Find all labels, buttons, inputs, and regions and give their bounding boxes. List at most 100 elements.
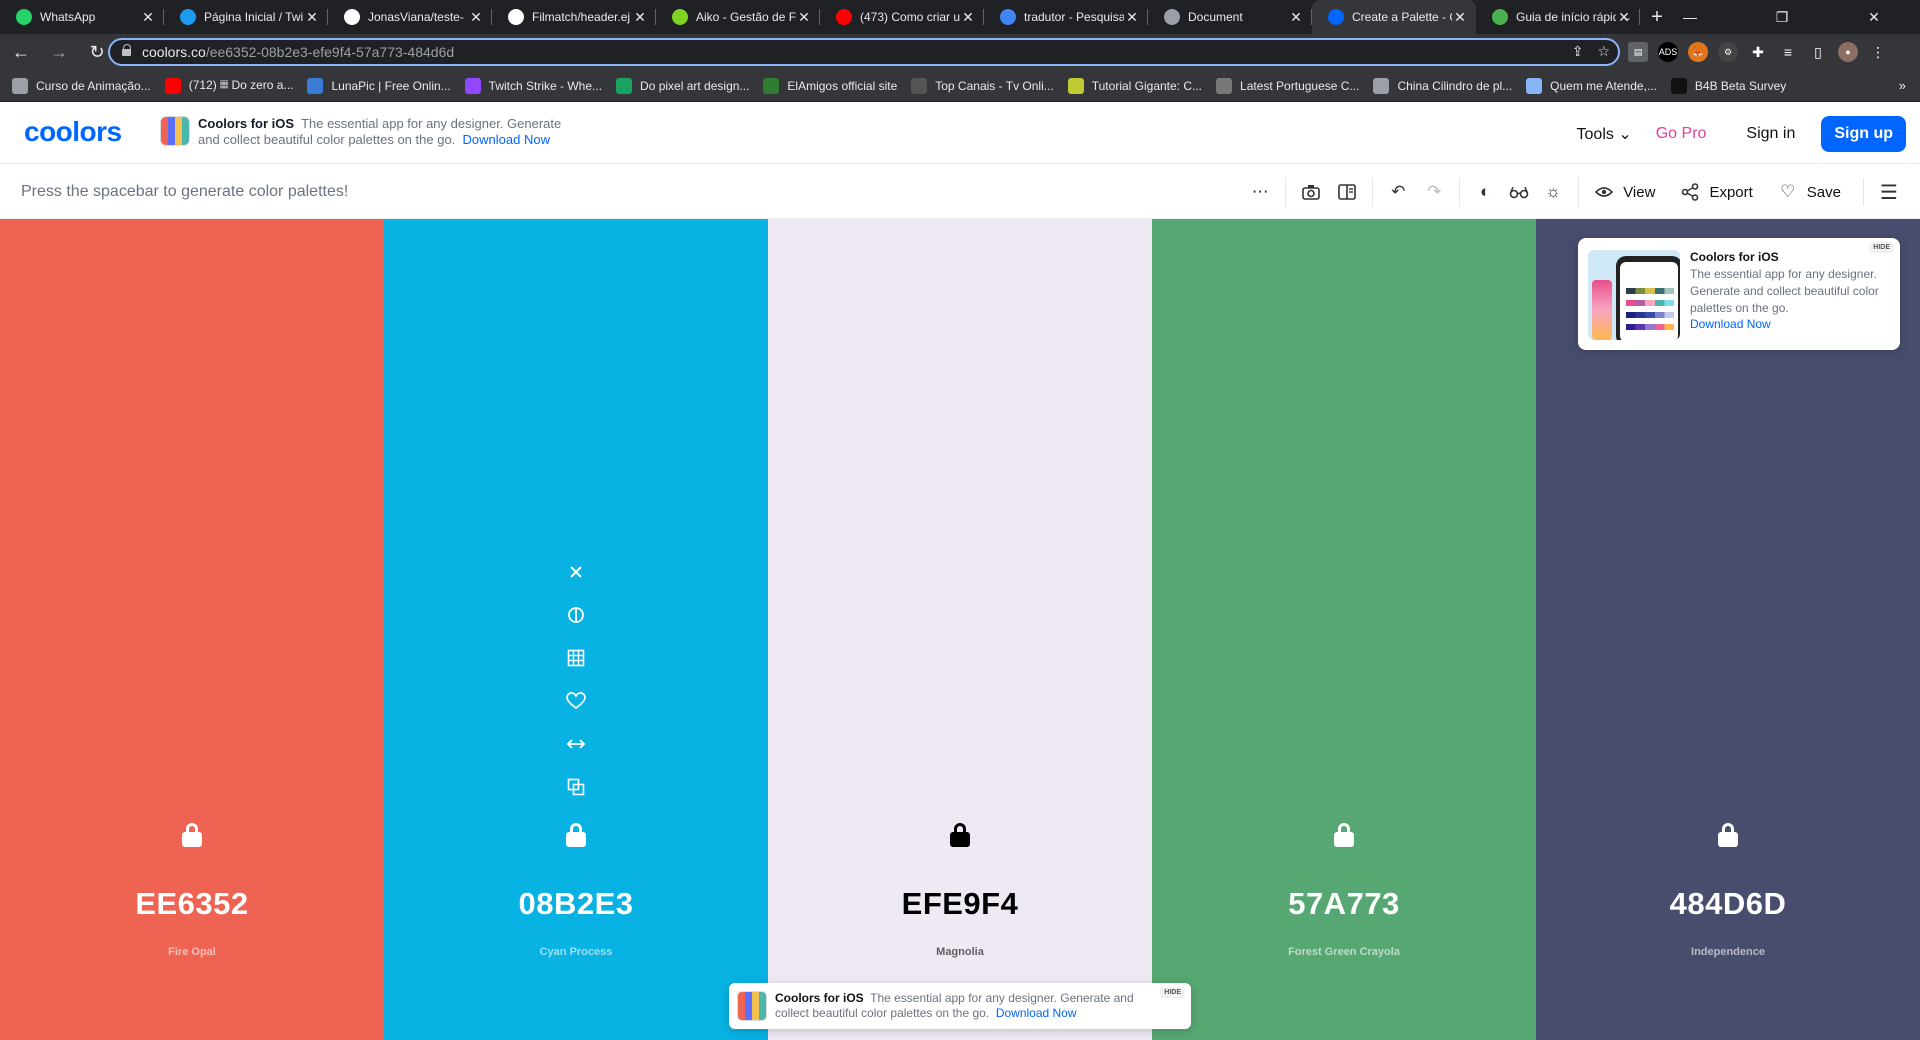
wallet-extension-icon[interactable]: ▤ <box>1628 42 1648 62</box>
hamburger-menu-icon[interactable]: ☰ <box>1878 181 1900 204</box>
address-bar[interactable]: coolors.co/ee6352-08b2e3-efe9f4-57a773-4… <box>108 38 1620 66</box>
tab-close-icon[interactable]: ✕ <box>796 9 812 26</box>
side-panel-icon[interactable]: ▯ <box>1808 42 1828 62</box>
lock-icon[interactable] <box>122 44 132 57</box>
color-column[interactable]: 57A773 Forest Green Crayola <box>1152 219 1536 1040</box>
minimize-icon[interactable]: — <box>1644 0 1736 34</box>
color-hex-code[interactable]: 08B2E3 <box>384 886 768 922</box>
glasses-icon[interactable] <box>1508 181 1530 203</box>
bookmark-item[interactable]: Curso de Animação... <box>12 77 151 94</box>
ios-download-link[interactable]: Download Now <box>463 132 550 147</box>
bookmark-star-icon[interactable]: ☆ <box>1597 43 1610 60</box>
view-button[interactable]: View <box>1593 181 1655 203</box>
promo-card-hide-button[interactable]: HIDE <box>1869 242 1894 253</box>
more-bookmarks-icon[interactable]: » <box>1899 78 1906 93</box>
tab-close-icon[interactable]: ✕ <box>140 9 156 26</box>
tab-close-icon[interactable]: ✕ <box>1452 9 1468 26</box>
bookmark-item[interactable]: Top Canais - Tv Onli... <box>911 77 1054 94</box>
color-column[interactable]: 08B2E3 Cyan Process <box>384 219 768 1040</box>
forward-icon[interactable]: → <box>42 35 76 69</box>
contrast-check-icon[interactable] <box>563 602 589 628</box>
camera-icon[interactable] <box>1300 181 1322 203</box>
lock-color-icon[interactable] <box>181 823 203 847</box>
lock-color-icon[interactable] <box>1333 823 1355 847</box>
shades-grid-icon[interactable] <box>563 645 589 671</box>
save-label: Save <box>1806 183 1841 201</box>
bookmark-item[interactable]: B4B Beta Survey <box>1670 77 1787 94</box>
tab-title: Guia de início rápid <box>1516 10 1616 24</box>
close-window-icon[interactable]: ✕ <box>1828 0 1920 34</box>
drag-arrows-icon[interactable] <box>563 731 589 757</box>
eye-icon <box>1593 181 1615 203</box>
lock-color-icon[interactable] <box>1717 823 1739 847</box>
go-pro-link[interactable]: Go Pro <box>1656 125 1707 143</box>
browser-tab[interactable]: Create a Palette - C ✕ <box>1312 0 1476 34</box>
favorite-heart-icon[interactable] <box>563 688 589 714</box>
divider <box>1459 178 1461 206</box>
tab-search-icon[interactable]: ⌄ <box>1610 0 1644 34</box>
tab-close-icon[interactable]: ✕ <box>632 9 648 26</box>
reading-list-icon[interactable]: ≡ <box>1778 42 1798 62</box>
browser-tab[interactable]: tradutor - Pesquisa ✕ <box>984 0 1148 34</box>
sign-up-button[interactable]: Sign up <box>1821 116 1906 152</box>
browser-tab[interactable]: JonasViana/teste- ✕ <box>328 0 492 34</box>
browser-tab[interactable]: (473) Como criar u ✕ <box>820 0 984 34</box>
profile-avatar-icon[interactable]: ● <box>1838 42 1858 62</box>
bookmark-label: B4B Beta Survey <box>1694 78 1787 93</box>
extension-icon[interactable]: ⚙ <box>1718 42 1738 62</box>
color-hex-code[interactable]: EE6352 <box>0 886 384 922</box>
bookmark-item[interactable]: ElAmigos official site <box>763 77 897 94</box>
promo-card-download-link[interactable]: Download Now <box>1690 317 1771 331</box>
lock-color-icon[interactable] <box>949 823 971 847</box>
menu-kebab-icon[interactable]: ⋮ <box>1868 42 1888 62</box>
contrast-icon[interactable]: ◐ <box>1474 181 1496 203</box>
bottom-promo-hide-button[interactable]: HIDE <box>1160 987 1185 998</box>
color-hex-code[interactable]: EFE9F4 <box>768 886 1152 922</box>
tab-close-icon[interactable]: ✕ <box>468 9 484 26</box>
bookmark-item[interactable]: Do pixel art design... <box>616 77 749 94</box>
bottom-promo-download-link[interactable]: Download Now <box>996 1006 1077 1020</box>
undo-icon[interactable]: ↶ <box>1387 181 1409 203</box>
browser-tab[interactable]: Página Inicial / Twi ✕ <box>164 0 328 34</box>
bookmark-item[interactable]: Tutorial Gigante: C... <box>1067 77 1202 94</box>
sun-icon[interactable]: ☼ <box>1542 181 1564 203</box>
chevron-down-icon: ⌄ <box>1618 126 1632 143</box>
bookmark-item[interactable]: (712) 𝄜 Do zero a... <box>164 77 293 94</box>
restore-icon[interactable]: ❐ <box>1736 0 1828 34</box>
browser-tab[interactable]: Aiko - Gestão de F ✕ <box>656 0 820 34</box>
tab-title: Aiko - Gestão de F <box>696 10 796 24</box>
bookmark-item[interactable]: Quem me Atende,... <box>1526 77 1657 94</box>
color-hex-code[interactable]: 57A773 <box>1152 886 1536 922</box>
copy-hex-icon[interactable] <box>563 774 589 800</box>
redo-icon[interactable]: ↷ <box>1423 181 1445 203</box>
tab-close-icon[interactable]: ✕ <box>304 9 320 26</box>
bookmark-item[interactable]: China Cilindro de pl... <box>1373 77 1512 94</box>
puzzle-extensions-icon[interactable]: ✚ <box>1748 42 1768 62</box>
bookmark-item[interactable]: Latest Portuguese C... <box>1216 77 1359 94</box>
sign-in-link[interactable]: Sign in <box>1746 125 1795 143</box>
metamask-extension-icon[interactable]: 🦊 <box>1688 42 1708 62</box>
share-icon[interactable]: ⇪ <box>1572 43 1584 60</box>
color-column[interactable]: EFE9F4 Magnolia <box>768 219 1152 1040</box>
color-column[interactable]: EE6352 Fire Opal <box>0 219 384 1040</box>
bookmark-item[interactable]: LunaPic | Free Onlin... <box>307 77 451 94</box>
browser-tab[interactable]: Filmatch/header.ej ✕ <box>492 0 656 34</box>
back-icon[interactable]: ← <box>4 35 38 69</box>
lock-color-icon[interactable] <box>565 823 587 847</box>
save-button[interactable]: ♡ Save <box>1777 181 1841 203</box>
coolors-logo[interactable]: coolors <box>24 116 122 148</box>
export-button[interactable]: Export <box>1679 181 1753 203</box>
view-mode-icon[interactable] <box>1336 181 1358 203</box>
color-hex-code[interactable]: 484D6D <box>1536 886 1920 922</box>
tools-menu[interactable]: Tools ⌄ <box>1577 124 1632 144</box>
tab-close-icon[interactable]: ✕ <box>1124 9 1140 26</box>
browser-tab[interactable]: WhatsApp ✕ <box>0 0 164 34</box>
tv-icon <box>911 77 928 94</box>
more-options-icon[interactable]: ⋯ <box>1249 181 1271 203</box>
remove-color-icon[interactable] <box>563 559 589 585</box>
adblock-extension-icon[interactable]: ADS <box>1658 42 1678 62</box>
tab-close-icon[interactable]: ✕ <box>960 9 976 26</box>
bookmark-item[interactable]: Twitch Strike - Whe... <box>464 77 602 94</box>
browser-tab[interactable]: Document ✕ <box>1148 0 1312 34</box>
tab-close-icon[interactable]: ✕ <box>1288 9 1304 26</box>
